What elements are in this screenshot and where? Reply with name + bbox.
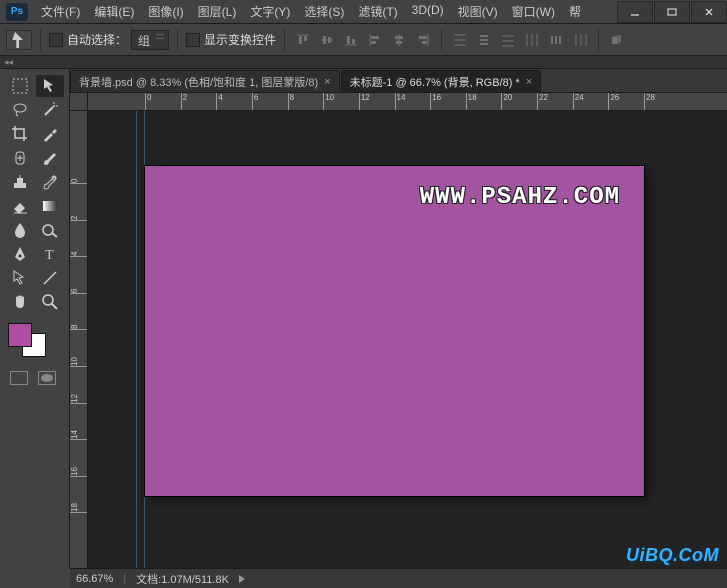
maximize-button[interactable] — [654, 1, 690, 23]
transform-label: 显示变换控件 — [204, 31, 276, 48]
align-right-icon[interactable] — [413, 30, 433, 50]
panel-collapse-strip[interactable]: ◂◂ — [0, 56, 727, 69]
menu-file[interactable]: 文件(F) — [34, 0, 87, 24]
align-vcenter-icon[interactable] — [317, 30, 337, 50]
status-bar: 66.67% | 文档:1.07M/511.8K — [70, 568, 727, 588]
canvas[interactable]: WWW.PSAHZ.COM — [145, 166, 644, 496]
marquee-tool-icon[interactable] — [6, 75, 34, 97]
magic-wand-tool-icon[interactable] — [36, 99, 64, 121]
divider: | — [123, 573, 126, 585]
divider — [177, 30, 178, 50]
auto-select-checkbox[interactable] — [49, 33, 63, 47]
document-tab[interactable]: 未标题-1 @ 66.7% (背景, RGB/8) * × — [341, 70, 542, 92]
distribute-top-icon[interactable] — [450, 30, 470, 50]
blur-tool-icon[interactable] — [6, 219, 34, 241]
doc-size-label: 文档 — [136, 574, 158, 586]
path-selection-tool-icon[interactable] — [6, 267, 34, 289]
gradient-tool-icon[interactable] — [36, 195, 64, 217]
history-brush-tool-icon[interactable] — [36, 171, 64, 193]
minimize-button[interactable] — [617, 1, 653, 23]
distribute-bottom-icon[interactable] — [498, 30, 518, 50]
options-bar: 自动选择： 组 显示变换控件 — [0, 24, 727, 56]
menu-layer[interactable]: 图层(L) — [191, 0, 244, 24]
title-bar: Ps 文件(F) 编辑(E) 图像(I) 图层(L) 文字(Y) 选择(S) 滤… — [0, 0, 727, 24]
document-tab[interactable]: 背景墙.psd @ 8.33% (色相/饱和度 1, 图层蒙版/8) × — [70, 70, 340, 92]
brush-tool-icon[interactable] — [36, 147, 64, 169]
vertical-ruler[interactable]: 024681012141618 — [70, 111, 88, 568]
menu-select[interactable]: 选择(S) — [297, 0, 351, 24]
document-tabs: 背景墙.psd @ 8.33% (色相/饱和度 1, 图层蒙版/8) × 未标题… — [70, 69, 727, 93]
svg-text:T: T — [45, 248, 54, 263]
document-tab-label: 背景墙.psd @ 8.33% (色相/饱和度 1, 图层蒙版/8) — [79, 74, 318, 90]
3d-mode-icon[interactable] — [607, 30, 627, 50]
transform-checkbox[interactable] — [186, 33, 200, 47]
auto-select-group: 自动选择： 组 — [49, 30, 169, 50]
menu-edit[interactable]: 编辑(E) — [87, 0, 141, 24]
close-icon[interactable]: × — [324, 76, 330, 88]
pen-tool-icon[interactable] — [6, 243, 34, 265]
guide-line[interactable] — [136, 111, 137, 568]
align-group — [293, 30, 433, 50]
hand-tool-icon[interactable] — [6, 291, 34, 313]
zoom-level[interactable]: 66.67% — [76, 573, 113, 585]
document-area: 背景墙.psd @ 8.33% (色相/饱和度 1, 图层蒙版/8) × 未标题… — [70, 69, 727, 568]
menu-window[interactable]: 窗口(W) — [505, 0, 562, 24]
menu-help[interactable]: 帮 — [562, 0, 588, 24]
line-shape-tool-icon[interactable] — [36, 267, 64, 289]
menu-filter[interactable]: 滤镜(T) — [351, 0, 404, 24]
canvas-viewport: 0246810121416182022242628 02468101214161… — [70, 93, 727, 568]
quickmask-mode-icon[interactable] — [38, 371, 56, 385]
window-controls — [616, 1, 727, 23]
divider — [598, 30, 599, 50]
distribute-hcenter-icon[interactable] — [546, 30, 566, 50]
foreground-color[interactable] — [8, 323, 32, 347]
eraser-tool-icon[interactable] — [6, 195, 34, 217]
close-icon[interactable]: × — [526, 76, 532, 88]
watermark: UiBQ.CoM — [626, 545, 719, 566]
menu-view[interactable]: 视图(V) — [451, 0, 505, 24]
crop-tool-icon[interactable] — [6, 123, 34, 145]
document-tab-label: 未标题-1 @ 66.7% (背景, RGB/8) * — [350, 74, 520, 90]
eyedropper-tool-icon[interactable] — [36, 123, 64, 145]
distribute-vcenter-icon[interactable] — [474, 30, 494, 50]
menu-3d[interactable]: 3D(D) — [405, 0, 451, 24]
align-top-icon[interactable] — [293, 30, 313, 50]
auto-select-label: 自动选择： — [67, 31, 127, 48]
tool-preset-button[interactable] — [6, 30, 32, 50]
horizontal-ruler[interactable]: 0246810121416182022242628 — [88, 93, 727, 111]
distribute-right-icon[interactable] — [570, 30, 590, 50]
divider — [284, 30, 285, 50]
align-hcenter-icon[interactable] — [389, 30, 409, 50]
transform-controls-group: 显示变换控件 — [186, 31, 276, 48]
distribute-group — [450, 30, 590, 50]
app-logo: Ps — [6, 3, 28, 21]
ruler-origin[interactable] — [70, 93, 88, 111]
status-menu-icon[interactable] — [239, 575, 245, 583]
collapse-icon: ◂◂ — [4, 57, 13, 68]
type-tool-icon[interactable]: T — [36, 243, 64, 265]
zoom-tool-icon[interactable] — [36, 291, 64, 313]
align-left-icon[interactable] — [365, 30, 385, 50]
canvas-text: WWW.PSAHZ.COM — [420, 184, 620, 211]
color-swatches[interactable] — [0, 315, 69, 365]
menu-image[interactable]: 图像(I) — [141, 0, 190, 24]
clone-stamp-tool-icon[interactable] — [6, 171, 34, 193]
close-button[interactable] — [691, 1, 727, 23]
menu-bar: 文件(F) 编辑(E) 图像(I) 图层(L) 文字(Y) 选择(S) 滤镜(T… — [34, 0, 616, 24]
auto-select-dropdown[interactable]: 组 — [131, 30, 169, 50]
distribute-left-icon[interactable] — [522, 30, 542, 50]
canvas-background[interactable]: WWW.PSAHZ.COM — [88, 111, 727, 568]
standard-mode-icon[interactable] — [10, 371, 28, 385]
menu-type[interactable]: 文字(Y) — [243, 0, 297, 24]
lasso-tool-icon[interactable] — [6, 99, 34, 121]
align-bottom-icon[interactable] — [341, 30, 361, 50]
move-tool-icon[interactable] — [36, 75, 64, 97]
main-area: T 背景墙.psd @ 8.33% (色相/饱和度 1, 图层蒙版/8) × 未… — [0, 69, 727, 568]
divider — [40, 30, 41, 50]
doc-size-value: 1.07M/511.8K — [161, 574, 229, 586]
healing-brush-tool-icon[interactable] — [6, 147, 34, 169]
dodge-tool-icon[interactable] — [36, 219, 64, 241]
divider — [441, 30, 442, 50]
toolbox: T — [0, 69, 70, 568]
